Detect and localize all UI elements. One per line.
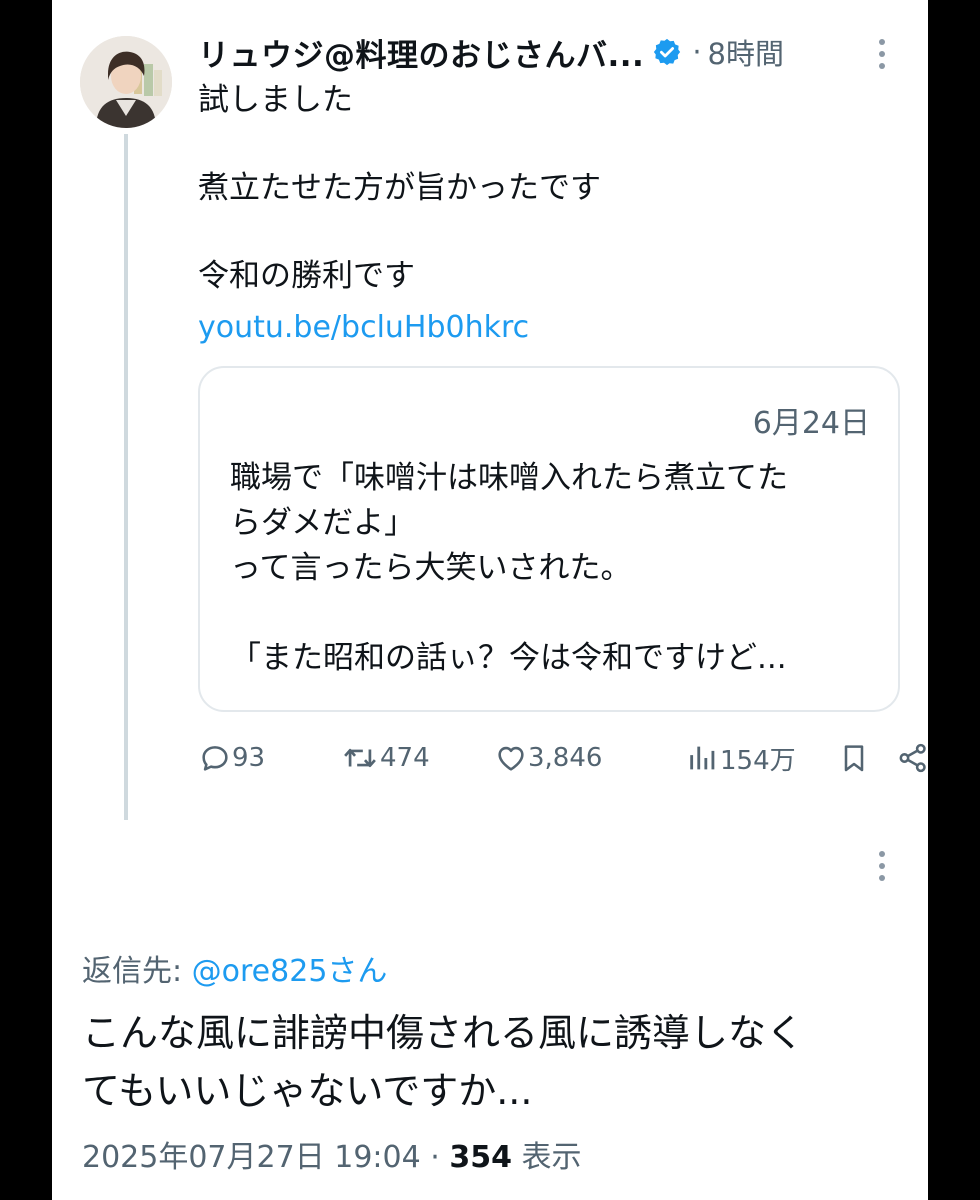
reply-to-label: 返信先: [82,954,183,989]
more-icon[interactable] [870,36,894,72]
reply-icon [198,741,232,775]
more-icon[interactable] [870,848,894,884]
avatar[interactable] [80,36,172,128]
views-count: 154万 [720,745,796,776]
reply-button[interactable]: 93 [198,736,265,780]
reply-datetime[interactable]: 2025年07月27日 19:04 [82,1140,421,1175]
quote-text: 職場で「味噌汁は味噌入れたら煮立てた らダメだよ」 って言ったら大笑いされた。 … [230,456,788,681]
reply-text-line: こんな風に誹謗中傷される風に誘導しなく [82,1011,805,1055]
tweet-text-line [198,122,601,166]
views-button[interactable]: 154万 [686,736,796,780]
bookmark-icon [838,741,870,775]
tweet-text-line: 煮立たせた方が旨かったです [198,170,601,206]
author-name[interactable]: リュウジ@料理のおじさんバ... [198,30,644,75]
share-button[interactable] [896,736,928,780]
tweet-header: リュウジ@料理のおじさんバ... · 8時間 [198,26,784,78]
quote-text-line: らダメだよ」 [230,505,416,541]
header-separator: · [692,35,702,69]
tweet-panel: リュウジ@料理のおじさんバ... · 8時間 試しました 煮立たせた方が旨かった… [52,0,928,1200]
quote-text-line [230,591,788,636]
reply-meta: 2025年07月27日 19:04 · 354 表示 [82,1132,582,1176]
reply-text-line: てもいいじゃないですか... [82,1069,533,1113]
share-icon [896,741,928,775]
action-bar: 93 474 3,846 154万 [198,736,926,780]
tweet-text-line: 試しました [198,82,353,118]
tweet-text-line [198,210,601,254]
thread-line [124,134,128,820]
tweet-time[interactable]: 8時間 [708,31,784,73]
reply-to-handle[interactable]: @ore825さん [192,954,388,989]
quote-text-line: 「また昭和の話ぃ？今は令和ですけど... [230,640,787,676]
reply-text: こんな風に誹謗中傷される風に誘導しなく てもいいじゃないですか... [82,1004,804,1120]
quote-text-line: って言ったら大笑いされた。 [230,550,632,586]
reply-to-line: 返信先: @ore825さん [82,946,387,990]
retweet-button[interactable]: 474 [340,736,430,780]
quoted-tweet-card[interactable]: 6月24日 職場で「味噌汁は味噌入れたら煮立てた らダメだよ」 って言ったら大笑… [198,366,900,712]
like-button[interactable]: 3,846 [494,736,602,780]
meta-separator: · [430,1140,440,1175]
youtube-link[interactable]: youtu.be/bcluHb0hkrc [198,310,529,345]
verified-badge-icon [652,37,682,67]
tweet-text-line: 令和の勝利です [198,258,415,294]
tweet-text: 試しました 煮立たせた方が旨かったです 令和の勝利です [198,78,601,298]
views-icon [686,741,720,775]
reply-view-label: 表示 [521,1140,582,1175]
retweet-icon [340,741,380,775]
reply-count: 93 [232,743,266,773]
retweet-count: 474 [380,743,430,773]
like-count: 3,846 [528,743,603,773]
quote-date: 6月24日 [752,406,870,441]
reply-view-count: 354 [449,1140,512,1175]
like-icon [494,741,528,775]
quote-text-line: 職場で「味噌汁は味噌入れたら煮立てた [230,460,788,496]
bookmark-button[interactable] [838,736,870,780]
